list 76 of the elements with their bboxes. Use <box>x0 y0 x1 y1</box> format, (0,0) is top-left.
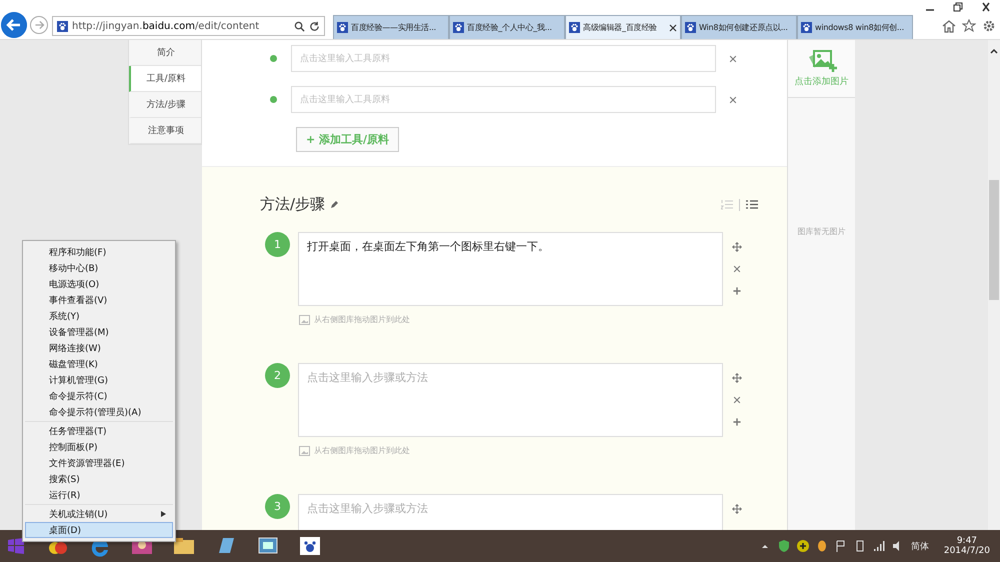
scroll-up-icon[interactable] <box>990 48 998 54</box>
flag-icon[interactable] <box>834 540 847 552</box>
browser-tab[interactable]: windows8 win8如何创... <box>797 15 913 39</box>
move-icon[interactable] <box>732 242 742 252</box>
menu-item[interactable]: 关机或注销(U) <box>25 506 173 522</box>
menu-item[interactable]: 网络连接(W) <box>25 340 173 356</box>
step-number: 3 <box>265 494 290 519</box>
menu-item[interactable]: 磁盘管理(K) <box>25 356 173 372</box>
section-title: 方法/步骤 <box>260 195 326 214</box>
menu-item[interactable]: 文件资源管理器(E) <box>25 455 173 471</box>
drop-hint: 从右侧图库拖动图片到此处 <box>314 314 410 325</box>
plus-circle-icon[interactable] <box>796 540 809 552</box>
address-bar[interactable]: http://jingyan.baidu.com/edit/content <box>52 16 325 36</box>
step-number: 1 <box>265 232 290 257</box>
menu-item[interactable]: 搜索(S) <box>25 471 173 487</box>
image-icon <box>298 314 310 324</box>
move-icon[interactable] <box>732 504 742 514</box>
menu-item[interactable]: 电源选项(O) <box>25 276 173 292</box>
step-input[interactable]: 点击这里输入步骤或方法 <box>298 494 723 530</box>
nav-item[interactable]: 工具/原料 <box>129 66 201 92</box>
plus-icon[interactable] <box>732 286 742 296</box>
drop-hint: 从右侧图库拖动图片到此处 <box>314 445 410 456</box>
image-icon <box>298 446 310 456</box>
close-icon[interactable] <box>669 24 677 32</box>
menu-item[interactable]: 计算机管理(G) <box>25 372 173 388</box>
url-text: http://jingyan.baidu.com/edit/content <box>72 20 260 32</box>
step-input[interactable]: 打开桌面，在桌面左下角第一个图标里右键一下。 <box>298 232 723 306</box>
plus-icon[interactable] <box>732 417 742 427</box>
signal-icon[interactable] <box>872 540 885 552</box>
input-method[interactable]: 简体 <box>910 540 929 552</box>
settings-icon[interactable] <box>982 19 996 33</box>
menu-item[interactable]: 移动中心(B) <box>25 260 173 276</box>
menu-item[interactable]: 事件查看器(V) <box>25 292 173 308</box>
menu-item[interactable]: 程序和功能(F) <box>25 244 173 260</box>
clock[interactable]: 9:47 2014/7/20 <box>944 536 990 556</box>
tab-favicon-icon <box>569 22 580 33</box>
scrollbar-thumb[interactable] <box>989 180 999 300</box>
paw-icon[interactable] <box>298 535 322 557</box>
tool-input[interactable]: 点击这里输入工具原料 <box>291 45 716 72</box>
bullet-dot <box>270 55 277 62</box>
search-icon[interactable] <box>294 20 305 32</box>
menu-item[interactable]: 运行(R) <box>25 487 173 503</box>
tab-favicon-icon <box>685 22 696 33</box>
nav-item[interactable]: 方法/步骤 <box>129 92 201 118</box>
menu-item[interactable]: 任务管理器(T) <box>25 423 173 439</box>
menu-item[interactable]: 系统(Y) <box>25 308 173 324</box>
empty-gallery-text: 图库暂无图片 <box>796 226 846 237</box>
shield-icon[interactable] <box>778 540 790 552</box>
menu-item[interactable]: 控制面板(P) <box>25 439 173 455</box>
tab-favicon-icon <box>801 22 812 33</box>
menu-item[interactable]: 桌面(D) <box>25 522 173 538</box>
refresh-icon[interactable] <box>309 20 320 32</box>
browser-tab[interactable]: 高级编辑器_百度经验 <box>565 15 681 39</box>
browser-tab[interactable]: 百度经验_个人中心_我... <box>449 15 565 39</box>
step-input[interactable]: 点击这里输入步骤或方法 <box>298 363 723 437</box>
nav-item[interactable]: 注意事项 <box>129 118 201 144</box>
tab-favicon-icon <box>453 22 464 33</box>
menu-item[interactable]: 命令提示符(管理员)(A) <box>25 404 173 420</box>
menu-item[interactable]: 命令提示符(C) <box>25 388 173 404</box>
tab-favicon-icon <box>337 22 348 33</box>
add-image-icon <box>806 49 836 73</box>
site-favicon-icon <box>57 20 68 32</box>
browser-tab[interactable]: Win8如何创建还原点以... <box>681 15 797 39</box>
start-button[interactable] <box>8 538 24 554</box>
step-number: 2 <box>265 363 290 388</box>
pencil-icon[interactable] <box>330 200 340 209</box>
back-button[interactable] <box>1 12 27 38</box>
star-icon[interactable] <box>962 19 976 33</box>
home-icon[interactable] <box>942 19 956 33</box>
folder-icon[interactable] <box>172 535 196 557</box>
bulleted-list-icon[interactable] <box>746 199 758 210</box>
tool-input[interactable]: 点击这里输入工具原料 <box>291 86 716 113</box>
menu-item[interactable]: 设备管理器(M) <box>25 324 173 340</box>
move-icon[interactable] <box>732 373 742 383</box>
browser-tab[interactable]: 百度经验——实用生活... <box>333 15 449 39</box>
bullet-dot <box>270 96 277 103</box>
